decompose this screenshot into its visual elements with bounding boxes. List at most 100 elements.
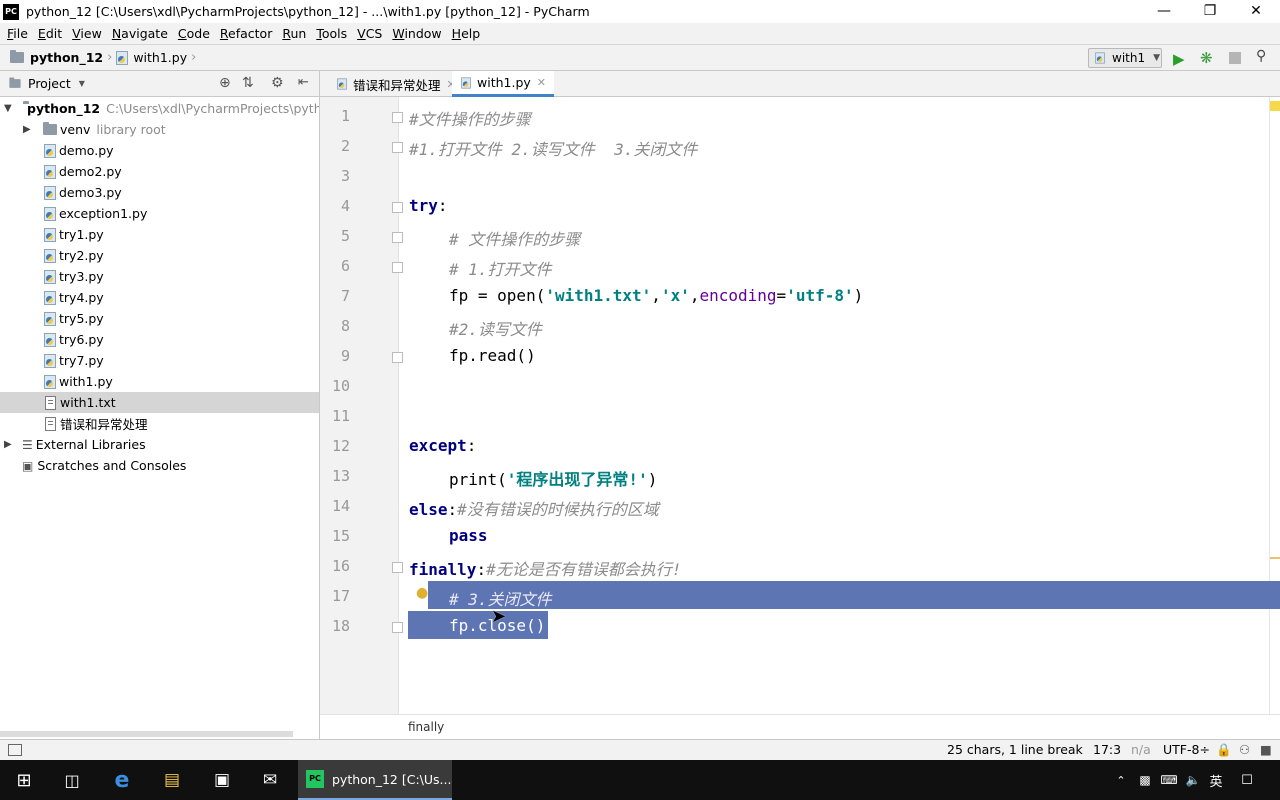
menu-run[interactable]: Run	[277, 26, 311, 41]
keyword-else: else	[409, 500, 448, 519]
tree-item-venv[interactable]: ▶ venv library root	[0, 119, 319, 140]
ime-indicator[interactable]: 英	[1206, 760, 1226, 800]
debug-icon[interactable]: ❋	[1200, 49, 1213, 67]
string-literal: '程序出现了异常!'	[506, 470, 648, 489]
status-encoding[interactable]: UTF-8÷	[1163, 742, 1210, 757]
fold-marker-icon[interactable]	[392, 112, 403, 123]
fold-marker-icon[interactable]	[392, 202, 403, 213]
volume-icon[interactable]: 🔈	[1184, 760, 1202, 800]
tree-item-file[interactable]: try2.py	[0, 245, 319, 266]
run-configuration-select[interactable]: with1 ▼	[1088, 48, 1162, 68]
maximize-button[interactable]: ❐	[1187, 0, 1233, 23]
menu-vcs[interactable]: VCS	[352, 26, 387, 41]
line-number: 9	[340, 347, 350, 365]
gear-icon[interactable]: ⚙	[271, 75, 284, 91]
store-icon[interactable]: ▣	[198, 760, 246, 800]
tree-item-file[interactable]: demo2.py	[0, 161, 319, 182]
lock-icon[interactable]: 🔒	[1216, 742, 1232, 758]
menu-edit[interactable]: Edit	[33, 26, 67, 41]
collapse-all-icon[interactable]: ⇅	[242, 75, 254, 91]
tree-item-file[interactable]: demo3.py	[0, 182, 319, 203]
tree-item-file[interactable]: 错误和异常处理	[0, 413, 319, 434]
close-button[interactable]: ✕	[1233, 0, 1279, 23]
menu-tools[interactable]: Tools	[311, 26, 352, 41]
menu-window[interactable]: Window	[387, 26, 446, 41]
breadcrumb-file[interactable]: with1.py	[133, 50, 187, 65]
menu-file[interactable]: File	[2, 26, 33, 41]
fold-marker-icon[interactable]	[392, 352, 403, 363]
event-log-icon[interactable]: ■	[1260, 742, 1272, 757]
folder-icon	[10, 50, 24, 63]
chevron-right-icon: ▶	[4, 439, 12, 450]
project-panel-title[interactable]: Project	[28, 76, 71, 91]
inspector-icon[interactable]: ⚇	[1239, 742, 1250, 757]
menu-refactor[interactable]: Refactor	[215, 26, 277, 41]
tree-item-scratches[interactable]: ▣ Scratches and Consoles	[0, 455, 319, 476]
tree-item-file[interactable]: try4.py	[0, 287, 319, 308]
chevron-up-icon[interactable]: ⌃	[1112, 760, 1130, 800]
fold-marker-icon[interactable]	[392, 232, 403, 243]
minimize-button[interactable]: —	[1141, 0, 1187, 23]
editor-scrollbar[interactable]	[1269, 97, 1280, 714]
python-file-icon	[44, 185, 56, 200]
line-number: 7	[340, 287, 350, 305]
tree-item-file[interactable]: with1.py	[0, 371, 319, 392]
pycharm-logo-icon: PC	[3, 3, 19, 20]
fold-marker-icon[interactable]	[392, 562, 403, 573]
status-caret-position[interactable]: 17:3	[1093, 742, 1121, 757]
fold-marker-icon[interactable]	[392, 622, 403, 633]
warning-marker-icon[interactable]	[1270, 101, 1280, 111]
status-line-separator[interactable]: n/a	[1131, 742, 1151, 757]
menu-code[interactable]: Code	[173, 26, 215, 41]
tree-item-external-libraries[interactable]: ▶ ☰ External Libraries	[0, 434, 319, 455]
menu-help[interactable]: Help	[447, 26, 486, 41]
tab-error-handling[interactable]: 错误和异常处理 ✕	[328, 71, 464, 97]
network-icon[interactable]: ▩	[1136, 760, 1154, 800]
menu-view[interactable]: View	[67, 26, 107, 41]
horizontal-scrollbar[interactable]	[0, 731, 293, 737]
library-icon: ☰	[22, 437, 33, 452]
taskbar-pycharm-app[interactable]: PC python_12 [C:\Us...	[298, 760, 452, 800]
breadcrumb-project[interactable]: python_12	[30, 50, 103, 65]
search-icon[interactable]: ⚲	[1256, 48, 1266, 64]
tab-with1-py[interactable]: with1.py ✕	[452, 71, 554, 97]
notification-icon[interactable]: ☐	[1236, 760, 1258, 800]
tree-item-label: venv	[60, 122, 91, 137]
comment: #无论是否有错误都会执行!	[486, 560, 682, 579]
menu-bar: File Edit View Navigate Code Refactor Ru…	[0, 23, 1280, 44]
tree-item-file[interactable]: try6.py	[0, 329, 319, 350]
keyboard-icon[interactable]: ⌨	[1160, 760, 1178, 800]
lightbulb-icon[interactable]: ●	[416, 585, 428, 601]
python-file-icon	[337, 78, 347, 90]
tree-root-path: C:\Users\xdl\PycharmProjects\pytho	[106, 101, 319, 116]
python-file-icon	[116, 50, 129, 65]
tree-item-file-selected[interactable]: with1.txt	[0, 392, 319, 413]
tree-root[interactable]: ▼ python_12 C:\Users\xdl\PycharmProjects…	[0, 98, 319, 119]
task-view-icon[interactable]: ◫	[48, 760, 96, 800]
python-file-icon	[44, 374, 56, 389]
menu-navigate[interactable]: Navigate	[107, 26, 173, 41]
stop-icon[interactable]	[1229, 52, 1241, 64]
edge-browser-icon[interactable]: e	[98, 760, 146, 800]
chevron-down-icon[interactable]: ▼	[79, 79, 85, 88]
fold-marker-icon[interactable]	[392, 142, 403, 153]
windows-start-icon[interactable]: ⊞	[0, 760, 48, 800]
tool-windows-icon[interactable]	[8, 744, 22, 756]
tree-item-file[interactable]: try5.py	[0, 308, 319, 329]
tree-item-file[interactable]: try3.py	[0, 266, 319, 287]
hide-panel-icon[interactable]: ⇤	[298, 75, 309, 90]
fold-marker-icon[interactable]	[392, 262, 403, 273]
tree-item-label: External Libraries	[35, 437, 146, 452]
tree-item-file[interactable]: demo.py	[0, 140, 319, 161]
code-line-14: else:#没有错误的时候执行的区域	[409, 496, 659, 520]
tree-item-file[interactable]: exception1.py	[0, 203, 319, 224]
breadcrumb-finally[interactable]: finally	[408, 720, 444, 734]
python-file-icon	[44, 311, 56, 326]
locate-target-icon[interactable]: ⊕	[219, 75, 231, 91]
tree-item-file[interactable]: try7.py	[0, 350, 319, 371]
close-icon[interactable]: ✕	[537, 76, 546, 89]
file-explorer-icon[interactable]: ▤	[148, 760, 196, 800]
run-icon[interactable]: ▶	[1173, 50, 1185, 68]
mail-icon[interactable]: ✉	[246, 760, 294, 800]
tree-item-file[interactable]: try1.py	[0, 224, 319, 245]
